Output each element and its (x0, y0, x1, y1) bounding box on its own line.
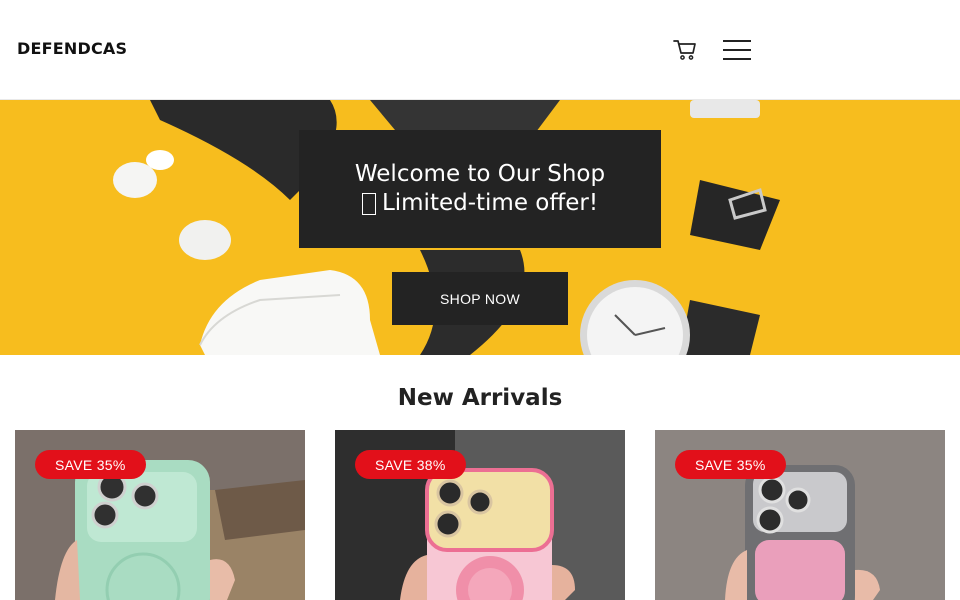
product-card[interactable]: SAVE 35% (15, 430, 305, 600)
hero-subtitle: Limited-time offer! (381, 190, 599, 216)
gift-box-icon (361, 192, 376, 215)
store-logo[interactable]: DEFENDCAS (17, 39, 127, 58)
hero-banner: Welcome to Our Shop Limited-time offer! … (0, 100, 960, 355)
shop-now-button[interactable]: SHOP NOW (392, 272, 568, 325)
hero-message-box: Welcome to Our Shop Limited-time offer! (299, 130, 661, 248)
product-card[interactable]: SAVE 38% (335, 430, 625, 600)
hamburger-menu-icon[interactable] (722, 39, 752, 63)
hero-title: Welcome to Our Shop (354, 161, 606, 187)
product-card[interactable]: SAVE 35% (655, 430, 945, 600)
hero-subtitle-row: Limited-time offer! (361, 189, 599, 218)
discount-badge: SAVE 38% (355, 450, 466, 479)
section-title-new-arrivals: New Arrivals (397, 385, 563, 411)
discount-badge: SAVE 35% (675, 450, 786, 479)
discount-badge: SAVE 35% (35, 450, 146, 479)
site-header: DEFENDCAS (0, 0, 960, 100)
cart-icon[interactable] (672, 38, 698, 62)
